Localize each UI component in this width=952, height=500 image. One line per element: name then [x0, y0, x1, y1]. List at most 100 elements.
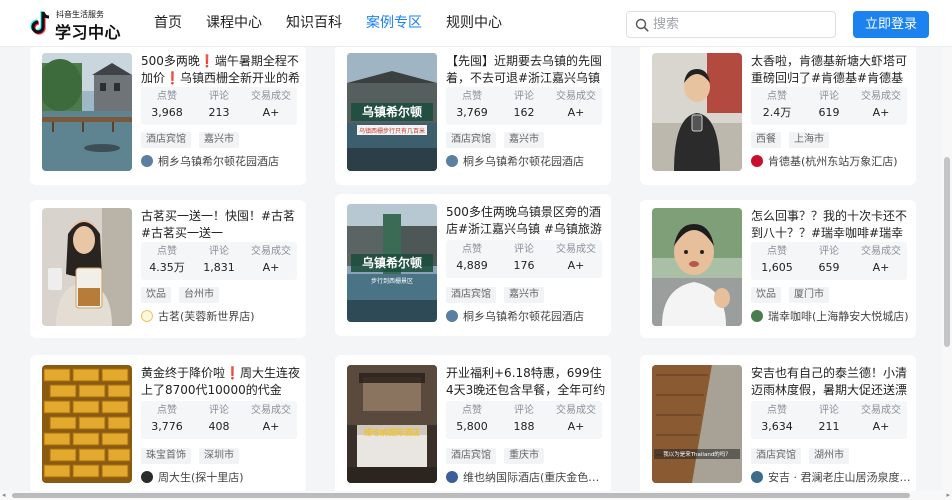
scroll-left-icon[interactable]: ◂: [2, 492, 6, 499]
case-title[interactable]: 500多两晚❗端午暑期全程不加价❗乌镇西栅全新开业的希尔顿: [141, 53, 301, 87]
comments-value: 176: [513, 259, 535, 272]
nav-home[interactable]: 首页: [154, 0, 182, 47]
main-nav: 首页 课程中心 知识百科 案例专区 规则中心: [154, 0, 526, 47]
category-tag: 酒店宾馆: [446, 448, 496, 464]
case-tags: 酒店宾馆 重庆市: [446, 448, 552, 464]
shop-link[interactable]: 安吉 · 君澜老庄山居汤泉度假酒店: [751, 469, 913, 485]
case-card[interactable]: 乌镇希尔顿 步行到西栅景区 500多住两晚乌镇景区旁的酒店#浙江嘉兴乌镇 #乌镇…: [335, 194, 611, 336]
canal-photo: [42, 53, 132, 171]
city-tag: 嘉兴市: [504, 287, 544, 303]
deals-value: A+: [262, 420, 280, 433]
case-title[interactable]: 古茗买一送一！快囤！#古茗 #古茗买一送一: [141, 208, 301, 242]
nav-course-center[interactable]: 课程中心: [206, 0, 262, 47]
likes-label: 点赞: [157, 91, 177, 102]
case-card[interactable]: 500多两晚❗端午暑期全程不加价❗乌镇西栅全新开业的希尔顿 点赞 3,968 评论…: [30, 45, 306, 185]
comments-value: 408: [208, 420, 230, 433]
case-tags: 酒店宾馆 嘉兴市: [446, 287, 552, 303]
shop-link[interactable]: 肯德基(杭州东站万象汇店): [751, 153, 913, 169]
case-card[interactable]: 怎么回事？？我的十次卡还不到八十？？#瑞幸咖啡#瑞幸咖啡 点赞 1,605 评论 6…: [640, 200, 916, 338]
case-title[interactable]: 怎么回事？？我的十次卡还不到八十？？#瑞幸咖啡#瑞幸咖啡: [751, 208, 911, 242]
shop-link[interactable]: 桐乡乌镇希尔顿花园酒店: [446, 308, 608, 324]
douyin-logo-icon: [30, 11, 50, 35]
scroll-right-icon[interactable]: ▸: [946, 492, 950, 499]
comments-value: 188: [513, 420, 535, 433]
case-tags: 西餐 上海市: [751, 132, 837, 148]
shop-name: 瑞幸咖啡(上海静安大悦城店): [768, 310, 909, 323]
case-thumbnail[interactable]: 乌镇希尔顿 乌镇西栅步行只有几百米: [347, 53, 437, 171]
shop-avatar: [446, 155, 458, 167]
thumb-overlay-text: 维也纳国际酒店: [364, 427, 420, 437]
category-tag: 酒店宾馆: [446, 132, 496, 148]
case-stats: 点赞 2.4万 评论 619 交易成交 A+: [751, 87, 907, 125]
case-title[interactable]: 【先囤】近期要去乌镇的先囤着，不去可退#浙江嘉兴乌镇 #乌镇: [446, 53, 606, 87]
case-card[interactable]: 古茗买一送一！快囤！#古茗 #古茗买一送一 点赞 4.35万 评论 1,831 交易…: [30, 200, 306, 338]
comments-label: 评论: [819, 405, 839, 416]
nav-case-zone[interactable]: 案例专区: [366, 0, 422, 47]
city-tag: 厦门市: [789, 287, 829, 303]
shop-link[interactable]: 桐乡乌镇希尔顿花园酒店: [446, 153, 608, 169]
case-card[interactable]: 维也纳国际酒店 开业福利+6.18特惠，699住4天3晚还包含早餐，全年可约#重…: [335, 355, 611, 495]
city-tag: 上海市: [789, 132, 829, 148]
case-thumbnail[interactable]: [42, 365, 132, 483]
case-thumbnail[interactable]: 乌镇希尔顿 步行到西栅景区: [347, 204, 437, 322]
deals-label: 交易成交: [251, 246, 291, 257]
case-card[interactable]: 太香啦，肯德基新塘大虾塔可重磅回归了#肯德基#肯德基新品 点赞 2.4万 评论 61…: [640, 45, 916, 185]
shop-link[interactable]: 周大生(探十里店): [141, 469, 303, 485]
shop-name: 周大生(探十里店): [158, 471, 244, 484]
shop-name: 肯德基(杭州东站万象汇店): [768, 155, 898, 168]
search-input[interactable]: [653, 15, 831, 34]
login-button[interactable]: 立即登录: [853, 11, 929, 38]
likes-value: 3,634: [761, 420, 793, 433]
case-thumbnail[interactable]: 维也纳国际酒店: [347, 365, 437, 483]
city-tag: 湖州市: [809, 448, 849, 464]
shop-link[interactable]: 维也纳国际酒店(重庆金色双子塔店): [446, 469, 608, 485]
search-box: [626, 11, 836, 38]
deals-label: 交易成交: [251, 405, 291, 416]
deals-value: A+: [872, 420, 890, 433]
case-title[interactable]: 安吉也有自己的泰兰德！小清迈雨林度假，暑期大促还送漂流: [751, 365, 911, 399]
case-thumbnail[interactable]: [42, 208, 132, 326]
shop-avatar: [751, 155, 763, 167]
case-title[interactable]: 黄金终于降价啦❗周大生连夜上了8700代10000的代金券！#周大生: [141, 365, 301, 399]
douyin-learning-center-logo[interactable]: 抖音生活服务 学习中心: [30, 9, 130, 42]
case-title[interactable]: 太香啦，肯德基新塘大虾塔可重磅回归了#肯德基#肯德基新品: [751, 53, 911, 87]
case-card[interactable]: 黄金终于降价啦❗周大生连夜上了8700代10000的代金券！#周大生 点赞 3,7…: [30, 355, 306, 495]
nav-rules-center[interactable]: 规则中心: [446, 0, 502, 47]
case-title[interactable]: 开业福利+6.18特惠，699住4天3晚还包含早餐，全年可约#重庆: [446, 365, 606, 399]
case-title[interactable]: 500多住两晚乌镇景区旁的酒店#浙江嘉兴乌镇 #乌镇旅游 #乌镇: [446, 204, 606, 238]
shop-link[interactable]: 桐乡乌镇希尔顿花园酒店: [141, 153, 303, 169]
horizontal-scrollbar-thumb[interactable]: [12, 493, 910, 498]
case-thumbnail[interactable]: [42, 53, 132, 171]
vertical-scrollbar[interactable]: [942, 47, 952, 490]
deals-label: 交易成交: [251, 91, 291, 102]
case-thumbnail[interactable]: 我以为是来Thailand的吗？: [652, 365, 742, 483]
vertical-scrollbar-thumb[interactable]: [944, 157, 950, 347]
shop-link[interactable]: 古茗(芙蓉新世界店): [141, 308, 303, 324]
horizontal-scrollbar[interactable]: ◂ ▸: [0, 491, 952, 500]
thumb-overlay-subtext: 乌镇西栅步行只有几百米: [359, 127, 425, 135]
case-tags: 酒店宾馆 湖州市: [751, 448, 857, 464]
nav-knowledge-base[interactable]: 知识百科: [286, 0, 342, 47]
case-card[interactable]: 乌镇希尔顿 乌镇西栅步行只有几百米 【先囤】近期要去乌镇的先囤着，不去可退#浙江…: [335, 45, 611, 185]
case-tags: 酒店宾馆 嘉兴市: [141, 132, 247, 148]
shop-avatar: [446, 471, 458, 483]
likes-label: 点赞: [767, 246, 787, 257]
case-card[interactable]: 我以为是来Thailand的吗？ 安吉也有自己的泰兰德！小清迈雨林度假，暑期大促…: [640, 355, 916, 495]
category-tag: 饮品: [751, 287, 781, 303]
deals-label: 交易成交: [556, 244, 596, 255]
shop-link[interactable]: 瑞幸咖啡(上海静安大悦城店): [751, 308, 913, 324]
deals-value: A+: [262, 261, 280, 274]
comments-label: 评论: [514, 91, 534, 102]
deals-label: 交易成交: [861, 246, 901, 257]
thumb-overlay-subtext: 步行到西栅景区: [371, 277, 413, 285]
category-tag: 酒店宾馆: [141, 132, 191, 148]
case-thumbnail[interactable]: [652, 53, 742, 171]
likes-value: 3,769: [456, 106, 488, 119]
case-thumbnail[interactable]: [652, 208, 742, 326]
comments-value: 1,831: [203, 261, 235, 274]
case-stats: 点赞 3,634 评论 211 交易成交 A+: [751, 401, 907, 439]
deals-value: A+: [872, 106, 890, 119]
case-tags: 珠宝首饰 深圳市: [141, 448, 247, 464]
resort-walkway-photo: 我以为是来Thailand的吗？: [652, 365, 742, 483]
logo-title: 学习中心: [55, 23, 122, 42]
